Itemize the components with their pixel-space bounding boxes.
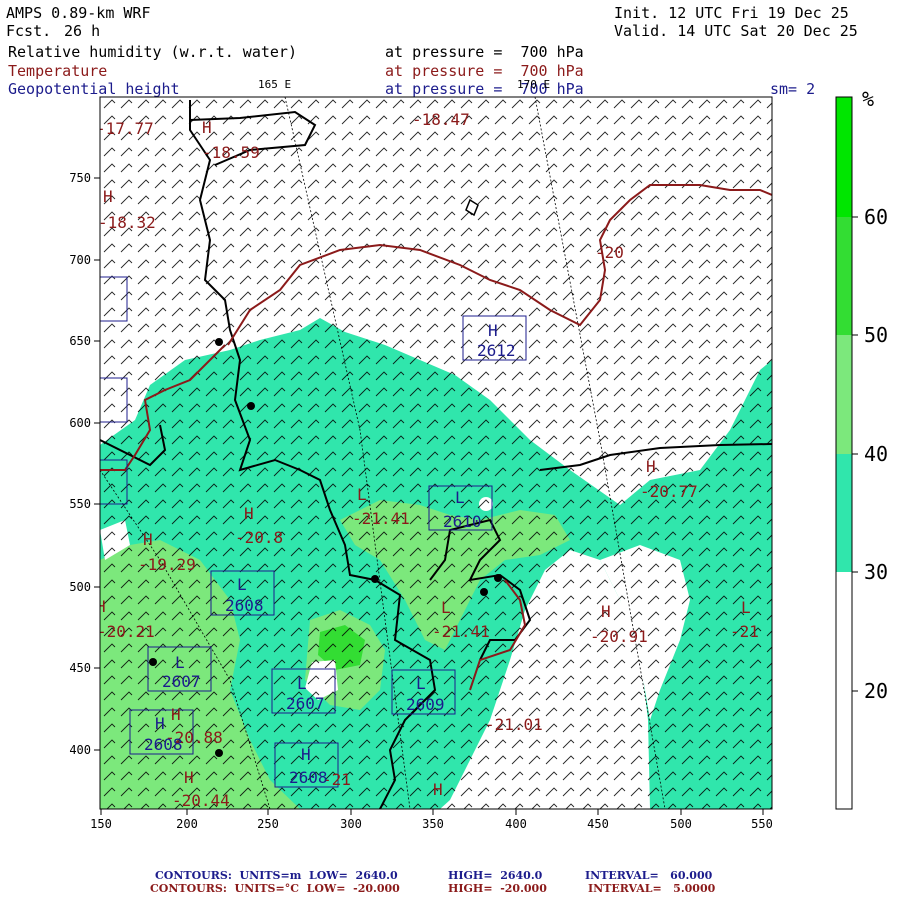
- high-marker: H: [433, 780, 443, 799]
- colorbar-unit: %: [862, 87, 874, 111]
- colorbar-tick-label: 60: [864, 205, 888, 229]
- station-marker: [371, 575, 379, 583]
- temp-label: -20.8: [235, 528, 283, 547]
- station-marker: [215, 749, 223, 757]
- high-marker: H: [202, 118, 212, 137]
- x-tick-label: 550: [751, 817, 773, 831]
- high-marker: H: [155, 714, 165, 733]
- x-tick-label: 350: [422, 817, 444, 831]
- high-marker: H: [103, 187, 113, 206]
- y-tick-label: 400: [69, 743, 91, 757]
- colorbar-tick-label: 40: [864, 442, 888, 466]
- y-tick-label: 650: [69, 334, 91, 348]
- x-tick-label: 300: [340, 817, 362, 831]
- station-marker: [215, 338, 223, 346]
- colorbar-segment: [836, 97, 852, 217]
- high-marker: H: [244, 504, 254, 523]
- height-label: 2607: [162, 672, 201, 691]
- temp-label: -21: [730, 622, 759, 641]
- colorbar-tick-label: 50: [864, 323, 888, 347]
- height-label: 2612: [477, 341, 516, 360]
- map-figure: H H H H H H H H H H L L L H L L L L L H …: [69, 87, 888, 831]
- colorbar-segment: [836, 572, 852, 809]
- temp-label: -18.32: [98, 213, 156, 232]
- temp-label: -20.21: [97, 622, 155, 641]
- temp-label: -18.59: [202, 143, 260, 162]
- low-marker: L: [441, 598, 451, 617]
- temp-label: -20.91: [590, 627, 648, 646]
- high-marker: H: [184, 768, 194, 787]
- y-tick-label: 750: [69, 171, 91, 185]
- low-marker: L: [741, 598, 751, 617]
- low-marker: L: [416, 674, 426, 693]
- footer-temp-interval: INTERVAL= 5.0000: [588, 882, 716, 895]
- temp-label: -18.47: [412, 110, 470, 129]
- height-label: 2608: [144, 735, 183, 754]
- station-marker: [149, 658, 157, 666]
- footer-height-interval: INTERVAL= 60.000: [585, 869, 713, 882]
- colorbar-tick-label: 30: [864, 560, 888, 584]
- colorbar-segment: [836, 335, 852, 454]
- high-marker: H: [488, 321, 498, 340]
- colorbar: [835, 96, 858, 810]
- high-marker: H: [171, 705, 181, 724]
- temp-label: -21.41: [352, 509, 410, 528]
- high-marker: H: [601, 602, 611, 621]
- low-marker: L: [357, 485, 367, 504]
- station-marker: [494, 574, 502, 582]
- temp-label: -21.41: [432, 622, 490, 641]
- height-label: 2610: [443, 512, 482, 531]
- y-tick-label: 500: [69, 580, 91, 594]
- footer-temp-high: HIGH= -20.000: [448, 882, 547, 895]
- low-marker: L: [237, 575, 247, 594]
- y-tick-label: 600: [69, 416, 91, 430]
- temp-label: -20.77: [640, 482, 698, 501]
- low-marker: L: [175, 653, 185, 672]
- high-marker: H: [143, 530, 153, 549]
- x-tick-label: 250: [257, 817, 279, 831]
- station-marker: [480, 588, 488, 596]
- colorbar-segment: [836, 454, 852, 572]
- height-label: 2608: [225, 596, 264, 615]
- y-tick-label: 700: [69, 253, 91, 267]
- high-marker: H: [301, 745, 311, 764]
- height-label: 2608: [289, 768, 328, 787]
- footer-temp-contours: CONTOURS: UNITS=°C LOW= -20.000: [150, 882, 400, 895]
- low-marker: L: [297, 674, 307, 693]
- high-marker: H: [96, 597, 106, 616]
- colorbar-tick-label: 20: [864, 679, 888, 703]
- y-tick-label: 450: [69, 661, 91, 675]
- x-tick-label: 400: [505, 817, 527, 831]
- x-tick-label: 500: [670, 817, 692, 831]
- temp-label: -20: [595, 243, 624, 262]
- x-tick-label: 450: [587, 817, 609, 831]
- temp-label: -17.77: [96, 119, 154, 138]
- low-marker: L: [455, 488, 465, 507]
- temp-label: -21.01: [485, 715, 543, 734]
- temp-label: -20.44: [172, 791, 230, 810]
- footer-height-contours: CONTOURS: UNITS=m LOW= 2640.0: [155, 869, 398, 882]
- temp-label: -19.29: [138, 555, 196, 574]
- x-tick-label: 150: [90, 817, 112, 831]
- colorbar-segment: [836, 217, 852, 335]
- footer-height-high: HIGH= 2640.0: [448, 869, 543, 882]
- height-label: 2609: [406, 695, 445, 714]
- station-marker: [247, 402, 255, 410]
- x-tick-label: 200: [176, 817, 198, 831]
- y-tick-label: 550: [69, 497, 91, 511]
- high-marker: H: [646, 457, 656, 476]
- height-label: 2607: [286, 694, 325, 713]
